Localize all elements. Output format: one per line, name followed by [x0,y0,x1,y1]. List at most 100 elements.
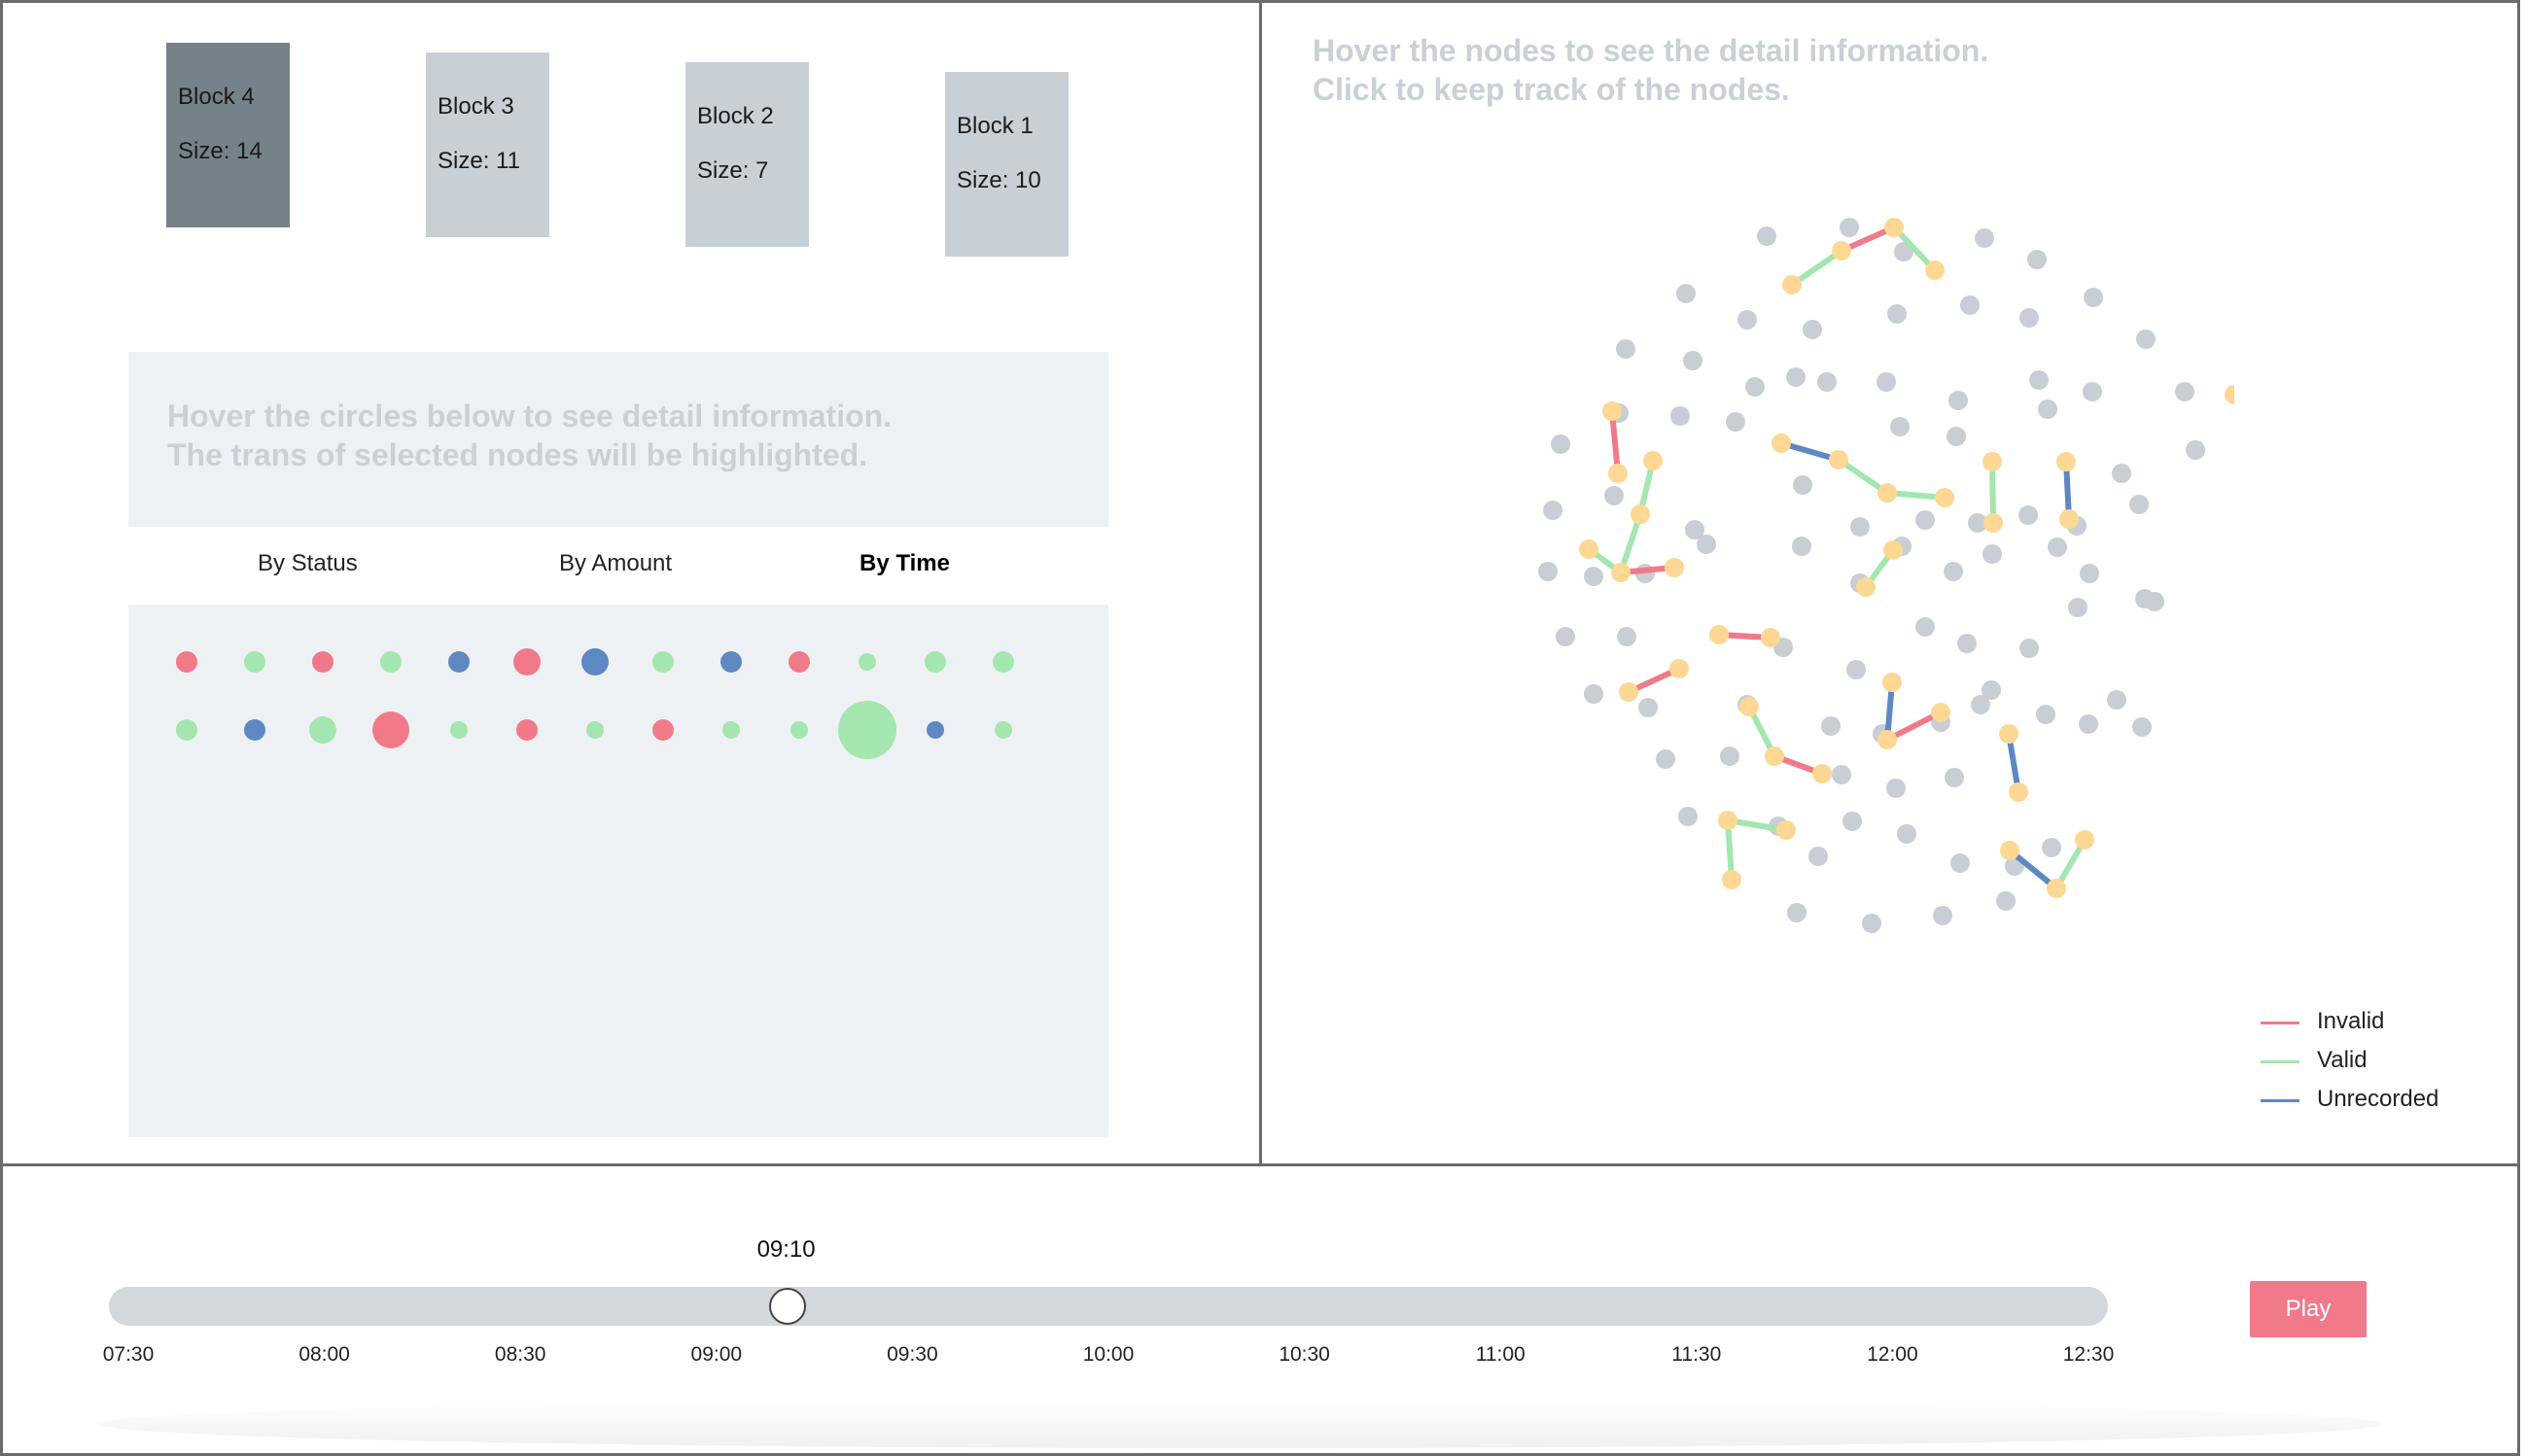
network-node-selected[interactable] [1722,870,1741,889]
network-node[interactable] [1862,914,1881,933]
network-node[interactable] [2186,440,2205,460]
network-node[interactable] [1960,295,1980,315]
network-node[interactable] [2083,382,2102,401]
network-node[interactable] [1757,226,1776,246]
network-node[interactable] [2038,399,2057,419]
network-node-selected[interactable] [1611,563,1631,582]
network-node[interactable] [2129,495,2149,514]
network-node[interactable] [1556,627,1575,646]
network-node[interactable] [1897,824,1916,844]
network-node-selected[interactable] [1982,452,2002,471]
network-node-selected[interactable] [1579,539,1598,559]
network-node[interactable] [2135,589,2155,608]
network-node-selected[interactable] [1782,275,1802,295]
network-node[interactable] [2068,598,2087,617]
transaction-circle[interactable] [176,719,197,741]
network-node-selected[interactable] [1884,218,1904,237]
network-node[interactable] [1890,417,1910,436]
network-node[interactable] [1670,406,1690,426]
network-node[interactable] [1877,372,1896,392]
network-node[interactable] [1793,475,1812,495]
tab-by-status[interactable]: By Status [258,550,358,577]
block-card-4[interactable]: Block 4 Size: 14 [166,43,290,227]
network-node-selected[interactable] [1931,703,1950,722]
network-node[interactable] [1551,434,1570,454]
network-node[interactable] [1975,228,1994,248]
transaction-circle[interactable] [380,651,402,673]
network-node[interactable] [1787,903,1807,922]
network-node-selected[interactable] [2059,509,2079,529]
network-node[interactable] [1850,517,1870,537]
network-node[interactable] [2029,370,2049,390]
network-node-selected[interactable] [1877,730,1897,749]
network-node[interactable] [2018,505,2038,525]
network-node-selected[interactable] [1776,820,1796,840]
network-node-selected[interactable] [1935,488,1954,507]
network-node[interactable] [1944,562,1963,581]
network-node[interactable] [1803,320,1822,339]
block-card-3[interactable]: Block 3 Size: 11 [426,52,549,237]
network-node[interactable] [1886,779,1906,798]
network-node[interactable] [1817,372,1837,392]
network-node-selected[interactable] [1718,811,1737,830]
network-node-selected[interactable] [1669,659,1689,678]
network-node[interactable] [1745,377,1765,397]
network-node-selected[interactable] [1983,513,2003,533]
transaction-circle[interactable] [448,651,470,673]
transaction-circle[interactable] [244,651,265,673]
transaction-circle[interactable] [995,721,1012,739]
network-node-selected[interactable] [1883,540,1903,560]
network-node[interactable] [1697,535,1716,554]
network-node[interactable] [1638,698,1658,717]
network-node[interactable] [1720,746,1739,766]
transaction-circle[interactable] [309,716,336,744]
network-node[interactable] [2036,705,2055,724]
network-node[interactable] [1887,304,1907,324]
network-node[interactable] [1957,634,1977,653]
network-node[interactable] [2107,690,2126,710]
network-node[interactable] [1792,537,1811,556]
transaction-circle[interactable] [450,721,468,739]
network-node[interactable] [1616,339,1635,359]
network-node[interactable] [1846,660,1866,679]
transaction-circle[interactable] [790,721,808,739]
network-node-selected[interactable] [1877,483,1897,503]
network-node[interactable] [1950,853,1970,873]
network-node-selected[interactable] [1772,433,1791,453]
network-node[interactable] [1842,812,1862,831]
network-node[interactable] [2132,717,2152,737]
network-node[interactable] [1808,847,1828,866]
network-node[interactable] [1584,684,1603,704]
network-node[interactable] [1821,716,1841,736]
time-slider-track[interactable] [109,1287,2108,1326]
transaction-circle[interactable] [722,721,740,739]
tab-by-amount[interactable]: By Amount [559,550,672,577]
network-node-selected[interactable] [2225,385,2234,404]
network-node[interactable] [1982,680,2001,700]
transaction-circle[interactable] [652,651,674,673]
network-node[interactable] [1538,562,1558,581]
network-node-selected[interactable] [1619,682,1638,702]
network-node-selected[interactable] [1856,577,1876,597]
network-node-selected[interactable] [2047,879,2066,898]
network-node[interactable] [2048,537,2067,557]
transaction-circle[interactable] [581,648,609,676]
network-node-selected[interactable] [1761,628,1780,647]
play-button[interactable]: Play [2250,1281,2367,1337]
network-node-selected[interactable] [1709,625,1729,644]
network-node[interactable] [1947,427,1966,446]
block-card-2[interactable]: Block 2 Size: 7 [685,62,809,247]
transaction-circle[interactable] [838,701,896,759]
network-node[interactable] [1933,906,1952,925]
network-node[interactable] [1948,391,1968,410]
network-node-selected[interactable] [1602,401,1622,421]
network-node[interactable] [2027,250,2047,269]
network-node[interactable] [2019,308,2039,328]
network-node-selected[interactable] [1832,241,1851,260]
transaction-circle[interactable] [720,651,742,673]
transaction-circle[interactable] [372,711,409,748]
network-node-selected[interactable] [2000,841,2019,860]
network-node[interactable] [2112,464,2131,483]
network-node[interactable] [2136,329,2156,349]
network-node[interactable] [1676,284,1696,303]
